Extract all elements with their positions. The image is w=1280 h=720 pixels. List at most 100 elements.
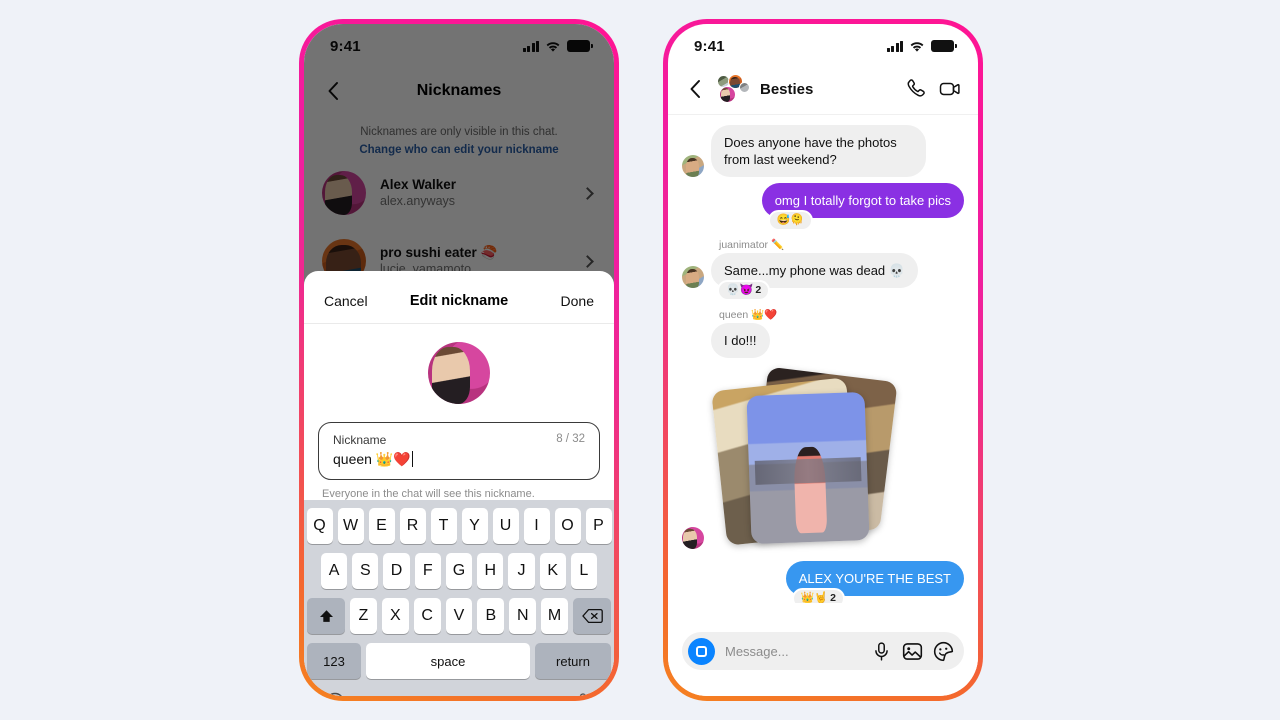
shift-key-icon[interactable] (307, 598, 345, 634)
on-screen-keyboard: Q W E R T Y U I O P A S D F G H J K L Z … (304, 500, 614, 696)
key-d[interactable]: D (383, 553, 410, 589)
chevron-right-icon (581, 186, 594, 200)
key-u[interactable]: U (492, 508, 519, 544)
key-n[interactable]: N (509, 598, 537, 634)
avatar (682, 155, 704, 177)
key-o[interactable]: O (554, 508, 581, 544)
chat-message-list[interactable]: Does anyone have the photos from last we… (668, 115, 978, 603)
image-gallery-icon[interactable] (902, 641, 923, 662)
key-f[interactable]: F (414, 553, 441, 589)
message-row-outgoing: omg I totally forgot to take pics 😅🫠 (682, 183, 964, 231)
battery-full-icon (567, 40, 593, 52)
message-bubble[interactable]: Same...my phone was dead 💀 💀😈 2 (711, 253, 918, 301)
video-camera-icon[interactable] (938, 77, 962, 101)
key-m[interactable]: M (541, 598, 569, 634)
key-x[interactable]: X (381, 598, 409, 634)
key-b[interactable]: B (477, 598, 505, 634)
cellular-signal-icon (886, 40, 903, 52)
message-composer: Message... (668, 622, 978, 696)
chevron-right-icon (581, 254, 594, 268)
message-row-incoming: Does anyone have the photos from last we… (682, 125, 964, 177)
key-v[interactable]: V (445, 598, 473, 634)
sheet-header: Cancel Edit nickname Done (304, 281, 614, 324)
chat-title: Besties (760, 80, 814, 98)
microphone-icon[interactable] (573, 692, 593, 696)
reaction-emojis: 💀😈 (726, 284, 754, 296)
photo-card-front[interactable] (746, 391, 870, 545)
reaction-emojis: 👑🤘 (800, 592, 829, 603)
message-bubble[interactable]: Does anyone have the photos from last we… (711, 125, 926, 177)
cluster-avatar-4 (719, 86, 736, 103)
numbers-key[interactable]: 123 (307, 643, 361, 679)
text-caret (411, 451, 414, 467)
message-input[interactable]: Message... (725, 644, 861, 659)
key-h[interactable]: H (477, 553, 504, 589)
status-time: 9:41 (694, 37, 725, 55)
key-s[interactable]: S (352, 553, 379, 589)
message-reaction[interactable]: 💀😈 2 (717, 280, 771, 301)
status-icons (522, 40, 593, 52)
key-z[interactable]: Z (350, 598, 377, 634)
message-row-outgoing: ALEX YOU'RE THE BEST 👑🤘 2 (682, 561, 964, 603)
phone-right-screen: 9:41 Besties Does anyone have the photos… (668, 24, 978, 696)
camera-icon[interactable] (688, 637, 715, 665)
list-item-meta: Alex Walker alex.anyways (380, 176, 569, 210)
key-w[interactable]: W (337, 508, 364, 544)
message-text: ALEX YOU'RE THE BEST (798, 571, 951, 586)
return-key[interactable]: return (535, 643, 611, 679)
key-k[interactable]: K (539, 553, 566, 589)
photo-stack[interactable] (711, 366, 898, 549)
key-l[interactable]: L (570, 553, 597, 589)
key-g[interactable]: G (445, 553, 473, 589)
nickname-helper-text: Everyone in the chat will see this nickn… (322, 488, 535, 500)
sticker-icon[interactable] (933, 641, 954, 662)
phone-call-icon[interactable] (905, 77, 929, 101)
space-key[interactable]: space (366, 643, 530, 679)
cluster-avatar-3 (739, 82, 750, 93)
change-editor-link[interactable]: Change who can edit your nickname (332, 141, 586, 159)
pencil-edit-icon: ✏️ (770, 239, 785, 251)
microphone-icon[interactable] (871, 641, 892, 662)
key-e[interactable]: E (368, 508, 395, 544)
message-row-incoming: Same...my phone was dead 💀 💀😈 2 (682, 253, 964, 301)
status-bar-left: 9:41 (304, 24, 614, 68)
key-c[interactable]: C (413, 598, 441, 634)
page-title: Nicknames (416, 82, 502, 99)
group-avatar-cluster[interactable] (717, 74, 751, 104)
message-reaction[interactable]: 👑🤘 2 (791, 588, 845, 603)
message-bubble[interactable]: I do!!! (711, 323, 770, 358)
wifi-icon (545, 40, 561, 52)
message-row-photo-stack (682, 366, 964, 549)
nickname-input-label: Nickname (333, 433, 387, 447)
message-bubble[interactable]: ALEX YOU'RE THE BEST 👑🤘 2 (785, 561, 964, 603)
person-name: pro sushi eater 🍣 (380, 245, 498, 260)
list-item[interactable]: Alex Walker alex.anyways (304, 159, 614, 227)
keyboard-row-1: Q W E R T Y U I O P (306, 508, 612, 544)
phone-right: 9:41 Besties Does anyone have the photos… (663, 19, 983, 701)
keyboard-row-3: Z X C V B N M (307, 598, 612, 634)
nickname-input-value: queen 👑❤️ (333, 449, 585, 469)
sender-label: juanimator ✏️ (682, 238, 964, 251)
key-r[interactable]: R (399, 508, 426, 544)
sender-name: juanimator (719, 239, 769, 251)
sheet-body: Nickname queen 👑❤️ 8 / 32 Everyone in th… (304, 324, 614, 500)
key-q[interactable]: Q (306, 508, 333, 544)
nickname-input[interactable]: Nickname queen 👑❤️ 8 / 32 (318, 422, 600, 480)
key-a[interactable]: A (321, 553, 348, 589)
chat-header: Besties (668, 68, 978, 115)
backspace-key-icon[interactable] (573, 598, 612, 634)
avatar (322, 171, 366, 215)
back-chevron-icon[interactable] (684, 77, 708, 101)
key-y[interactable]: Y (461, 508, 488, 544)
key-j[interactable]: J (508, 553, 535, 589)
message-reaction[interactable]: 😅🫠 (767, 210, 814, 231)
composer-bar[interactable]: Message... (682, 632, 964, 670)
notice-line-1: Nicknames are only visible in this chat. (360, 126, 558, 138)
emoji-smiley-icon[interactable] (325, 692, 345, 696)
key-t[interactable]: T (430, 508, 457, 544)
message-row-incoming: I do!!! (682, 323, 964, 358)
key-p[interactable]: P (585, 508, 612, 544)
message-bubble[interactable]: omg I totally forgot to take pics 😅🫠 (761, 183, 964, 231)
key-i[interactable]: I (523, 508, 550, 544)
sender-name: queen 👑❤️ (719, 309, 778, 321)
